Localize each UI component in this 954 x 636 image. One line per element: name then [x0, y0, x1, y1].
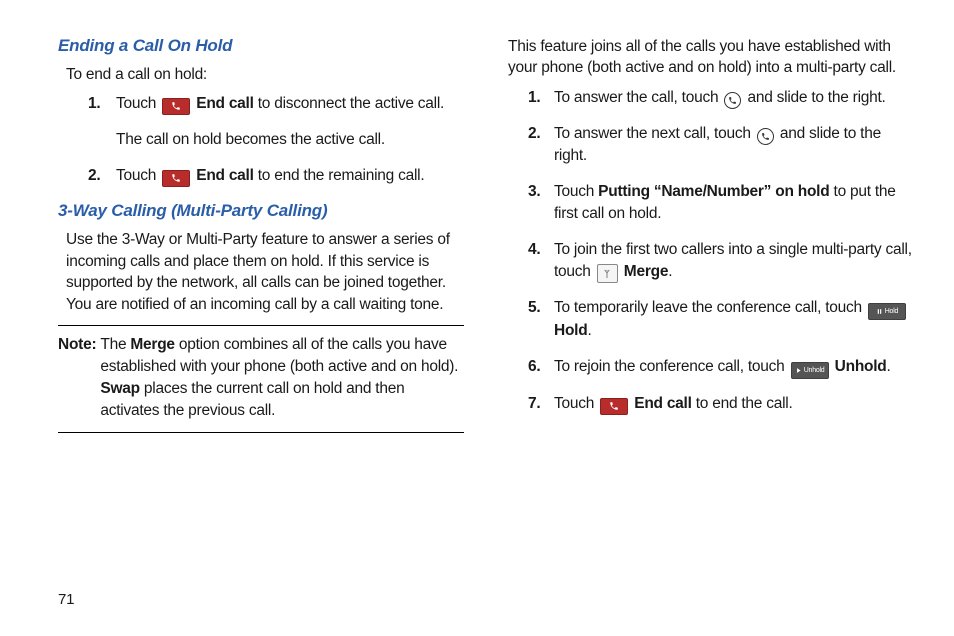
- text: to disconnect the active call.: [258, 95, 444, 112]
- end-call-icon: [600, 398, 628, 415]
- para-3way: Use the 3-Way or Multi-Party feature to …: [66, 229, 464, 315]
- sub-text: The call on hold becomes the active call…: [116, 129, 464, 151]
- note-body: The Merge option combines all of the cal…: [100, 334, 462, 422]
- note-label: Note:: [58, 334, 100, 422]
- step-4: To join the first two callers into a sin…: [554, 239, 914, 284]
- step-6: To rejoin the conference call, touch Unh…: [554, 356, 914, 379]
- step-5: To temporarily leave the conference call…: [554, 297, 914, 342]
- step-2: Touch End call to end the remaining call…: [116, 165, 464, 187]
- bold: End call: [196, 95, 253, 112]
- text: Touch: [116, 167, 160, 184]
- steps-ending-call: Touch End call to disconnect the active …: [58, 93, 464, 187]
- left-column: Ending a Call On Hold To end a call on h…: [58, 36, 464, 616]
- step-3: Touch Putting “Name/Number” on hold to p…: [554, 181, 914, 225]
- note-block: Note: The Merge option combines all of t…: [58, 325, 464, 433]
- intro-right: This feature joins all of the calls you …: [508, 36, 914, 79]
- heading-ending-call-on-hold: Ending a Call On Hold: [58, 36, 464, 56]
- hold-button-icon: Hold: [868, 303, 906, 320]
- text: to end the remaining call.: [258, 167, 425, 184]
- end-call-icon: [162, 98, 190, 115]
- step-1: To answer the call, touch and slide to t…: [554, 87, 914, 109]
- phone-circle-icon: [724, 92, 741, 109]
- phone-circle-icon: [757, 128, 774, 145]
- end-call-icon: [162, 170, 190, 187]
- text: Touch: [116, 95, 160, 112]
- page-number: 71: [58, 591, 74, 608]
- steps-multiparty: To answer the call, touch and slide to t…: [508, 87, 914, 416]
- intro-ending-call: To end a call on hold:: [66, 64, 464, 85]
- step-1: Touch End call to disconnect the active …: [116, 93, 464, 151]
- bold: End call: [196, 167, 253, 184]
- right-column: This feature joins all of the calls you …: [508, 36, 914, 616]
- step-2: To answer the next call, touch and slide…: [554, 123, 914, 167]
- merge-icon: [597, 264, 618, 283]
- page: Ending a Call On Hold To end a call on h…: [0, 0, 954, 636]
- step-7: Touch End call to end the call.: [554, 393, 914, 415]
- unhold-button-icon: Unhold: [791, 362, 829, 379]
- heading-3way-calling: 3-Way Calling (Multi-Party Calling): [58, 201, 464, 221]
